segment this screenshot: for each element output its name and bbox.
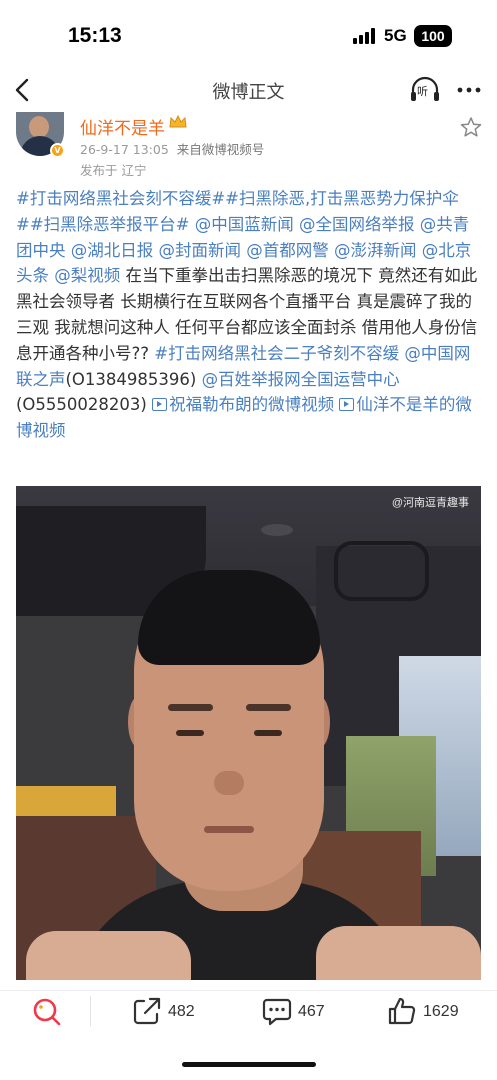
listen-button[interactable]: 听 xyxy=(408,74,442,106)
post-text-id-1: (O1384985396) xyxy=(65,369,202,389)
more-button[interactable] xyxy=(454,76,484,104)
comment-button[interactable]: 467 xyxy=(261,995,333,1029)
home-indicator xyxy=(182,1062,316,1067)
video-person-nose xyxy=(214,771,244,795)
post-link-mention[interactable]: @百姓举报网全国运营中心 xyxy=(202,370,400,389)
video-link-1[interactable]: 祝福勒布朗的微博视频 xyxy=(152,395,339,414)
listen-label: 听 xyxy=(417,85,428,98)
status-bar: 15:13 5G 100 xyxy=(0,0,497,68)
like-count: 1629 xyxy=(423,1003,459,1020)
battery-icon: 100 xyxy=(414,25,452,47)
author-name[interactable]: 仙洋不是羊 xyxy=(80,114,165,139)
like-button[interactable]: 1629 xyxy=(386,995,468,1029)
video-watermark: @河南逗青趣事 xyxy=(391,497,469,509)
video-link-1-label: 祝福勒布朗的微博视频 xyxy=(169,395,340,415)
crown-icon xyxy=(169,114,187,128)
favorite-star-icon[interactable] xyxy=(460,116,482,138)
video-grab-handle xyxy=(334,541,429,601)
post-source[interactable]: 来自微博视频号 xyxy=(177,142,265,157)
thumbs-up-icon xyxy=(388,997,416,1025)
signal-icon xyxy=(353,28,377,44)
search-button[interactable] xyxy=(30,995,64,1029)
post-meta: 26-9-17 13:05 来自微博视频号 xyxy=(80,139,264,158)
repost-button[interactable]: 482 xyxy=(131,995,203,1029)
action-bar: 482 467 1629 xyxy=(0,990,497,1046)
video-person-hand xyxy=(316,926,481,980)
action-divider xyxy=(90,996,91,1026)
video-person-eye xyxy=(176,730,204,736)
video-person-mouth xyxy=(204,826,254,833)
video-link-icon xyxy=(339,398,355,412)
post-text: #打击网络黑社会刻不容缓##扫黑除恶,打击黑恶势力保护伞##扫黑除恶举报平台# … xyxy=(16,186,480,444)
video-person-eye xyxy=(254,730,282,736)
nav-bar: 微博正文 听 xyxy=(0,68,497,112)
share-icon xyxy=(133,997,161,1025)
comment-icon xyxy=(262,998,292,1026)
repost-count: 482 xyxy=(168,1003,195,1020)
status-time: 15:13 xyxy=(68,24,122,47)
video-link-icon xyxy=(152,398,168,412)
verified-badge-icon: V xyxy=(50,143,65,158)
post-timestamp: 26-9-17 13:05 xyxy=(80,142,169,157)
post-location: 发布于 辽宁 xyxy=(80,163,147,178)
post-text-id-2: (O5550028203) xyxy=(16,395,153,415)
video-person-brow xyxy=(168,704,213,711)
more-icon xyxy=(457,87,481,93)
video-person-hand xyxy=(26,931,191,980)
video-player[interactable]: @河南逗青趣事 xyxy=(16,486,481,980)
network-type: 5G xyxy=(384,26,407,45)
search-icon xyxy=(33,998,61,1026)
video-dome-light xyxy=(261,524,293,536)
video-person-brow xyxy=(246,704,291,711)
comment-count: 467 xyxy=(298,1003,325,1020)
